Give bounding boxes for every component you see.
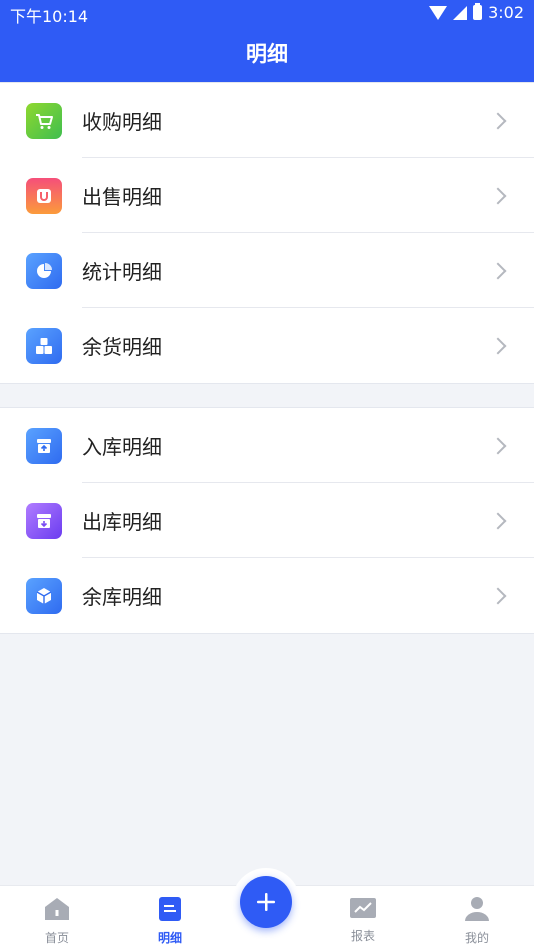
page-title: 明细 (246, 42, 288, 66)
list-item-label: 入库明细 (82, 435, 162, 459)
tab-detail[interactable]: 明细 (130, 896, 210, 946)
list-item-stock-in-detail[interactable]: 入库明细 (0, 408, 534, 483)
add-button[interactable] (240, 876, 292, 928)
list-item-statistics-detail[interactable]: 统计明细 (0, 233, 534, 308)
status-icons: 3:02 (429, 3, 524, 22)
chevron-right-icon (489, 587, 507, 604)
list-item-label: 统计明细 (82, 260, 162, 284)
cart-icon (26, 102, 62, 139)
inbox-out-icon (26, 502, 62, 539)
chevron-right-icon (489, 262, 507, 279)
chevron-right-icon (489, 512, 507, 529)
signal-icon (453, 5, 468, 20)
pie-chart-icon (26, 252, 62, 289)
chevron-right-icon (489, 187, 507, 204)
status-time: 下午10:14 (10, 7, 89, 26)
list-item-sale-detail[interactable]: 出售明细 (0, 158, 534, 233)
list-item-purchase-detail[interactable]: 收购明细 (0, 83, 534, 158)
status-battery-text: 3:02 (488, 3, 524, 22)
list-item-label: 出库明细 (82, 510, 162, 534)
detail-group-2: 入库明细 出库明细 余库明细 (0, 407, 534, 634)
list-item-label: 收购明细 (82, 110, 162, 134)
tab-home[interactable]: 首页 (17, 896, 97, 946)
inbox-in-icon (26, 427, 62, 464)
tab-mine[interactable]: 我的 (437, 896, 517, 946)
chevron-right-icon (489, 437, 507, 454)
app-bar: 明细 (0, 26, 534, 82)
list-item-label: 出售明细 (82, 185, 162, 209)
home-icon (45, 898, 69, 920)
tab-label: 首页 (44, 931, 69, 945)
user-icon (465, 897, 489, 921)
plus-icon (257, 893, 275, 911)
list-item-label: 余库明细 (82, 585, 162, 609)
battery-icon (473, 3, 483, 20)
tab-label: 报表 (350, 929, 375, 943)
wifi-icon (429, 5, 448, 20)
document-icon (159, 897, 181, 921)
list-item-label: 余货明细 (82, 335, 162, 359)
cube-icon (26, 577, 62, 614)
chart-icon (350, 898, 376, 918)
status-bar: 下午10:14 3:02 (0, 0, 534, 26)
tab-label: 明细 (157, 931, 182, 945)
list-item-remaining-stock-detail[interactable]: 余库明细 (0, 558, 534, 633)
list-item-stock-out-detail[interactable]: 出库明细 (0, 483, 534, 558)
tab-report[interactable]: 报表 (323, 896, 403, 944)
boxes-icon (26, 327, 62, 364)
tab-label: 我的 (464, 931, 489, 945)
chevron-right-icon (489, 112, 507, 129)
list-item-remaining-goods-detail[interactable]: 余货明细 (0, 308, 534, 383)
chevron-right-icon (489, 337, 507, 354)
detail-group-1: 收购明细 出售明细 统计明细 余货明细 (0, 82, 534, 384)
u-bag-icon (26, 177, 62, 214)
